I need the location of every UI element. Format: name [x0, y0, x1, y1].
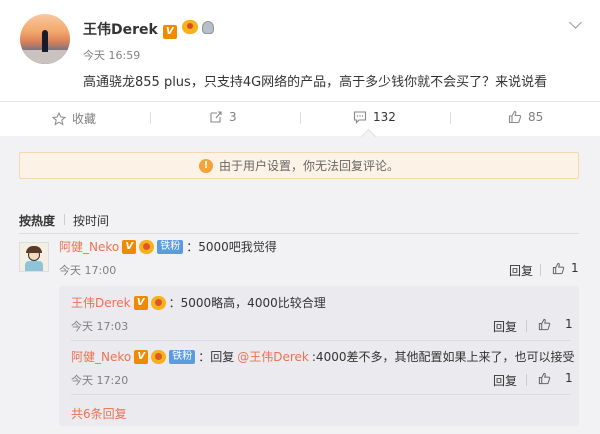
- reply-disabled-notice: ! 由于用户设置，你无法回复评论。: [19, 152, 579, 179]
- author-avatar[interactable]: [20, 14, 70, 64]
- verified-icon: V: [134, 349, 149, 364]
- sort-by-time[interactable]: 按时间: [73, 212, 109, 229]
- thumb-up-icon: [508, 110, 522, 124]
- thumb-up-icon: [552, 262, 565, 274]
- verified-icon: V: [162, 25, 177, 39]
- comment-line: 阿健_Neko V 铁粉 ：5000吧我觉得: [59, 238, 277, 255]
- mention-link[interactable]: @王伟Derek: [237, 348, 309, 365]
- reply-like-count: 1: [565, 317, 573, 331]
- comment-like-count: 1: [571, 261, 579, 275]
- post-author-name[interactable]: 王伟Derek: [83, 22, 158, 38]
- comment-icon: [353, 111, 367, 124]
- post-time[interactable]: 今天 16:59: [83, 47, 140, 63]
- avatar-person: [42, 30, 48, 52]
- avatar-hair: [26, 246, 42, 253]
- comment-like-button[interactable]: 1: [552, 261, 579, 275]
- reply-prefix: ：回复: [198, 350, 235, 364]
- reply-button[interactable]: 回复: [509, 262, 533, 279]
- sort-by-hot[interactable]: 按热度: [19, 212, 55, 229]
- divider: [540, 264, 541, 276]
- reply-button[interactable]: 回复: [493, 318, 517, 335]
- reply-like-button[interactable]: 1: [538, 317, 573, 331]
- reply-like-button[interactable]: 1: [538, 371, 573, 385]
- fan-badge: 铁粉: [169, 349, 196, 364]
- medal-icon: [139, 239, 155, 254]
- like-button[interactable]: 85: [508, 110, 543, 124]
- commenter-avatar[interactable]: [19, 242, 49, 272]
- comment-count: 132: [373, 110, 396, 124]
- thumb-up-icon: [538, 318, 551, 330]
- comment-text: ：5000吧我觉得: [186, 240, 277, 254]
- medal-icon: [181, 20, 198, 34]
- verified-icon: V: [122, 239, 137, 254]
- repost-icon: [210, 111, 222, 123]
- reply-author[interactable]: 阿健_Neko: [71, 348, 131, 365]
- repost-button[interactable]: 3: [209, 110, 237, 124]
- medal-icon: [151, 349, 167, 364]
- medal-icon: [150, 295, 166, 310]
- divider: [150, 112, 151, 124]
- chevron-down-icon[interactable]: [569, 16, 582, 29]
- reply-button[interactable]: 回复: [493, 372, 517, 389]
- more-replies-link[interactable]: 共6条回复: [71, 405, 127, 422]
- divider: [450, 112, 451, 124]
- reply-line: 阿健_Neko V 铁粉 ：回复 @王伟Derek:4000差不多，其他配置如果上…: [71, 348, 574, 365]
- divider: [526, 320, 527, 332]
- star-icon: [52, 111, 66, 126]
- reply-separator: [71, 340, 571, 341]
- reply-line: 王伟Derek V ：5000略高，4000比较合理: [71, 294, 326, 311]
- reply-like-count: 1: [565, 371, 573, 385]
- divider: [300, 112, 301, 124]
- comment-author[interactable]: 阿健_Neko: [59, 238, 119, 255]
- thumb-up-icon: [538, 372, 551, 384]
- reply-separator: [71, 394, 571, 395]
- repost-count: 3: [229, 110, 237, 124]
- warning-icon: !: [198, 158, 213, 173]
- comment-button[interactable]: 132: [353, 110, 396, 124]
- post-author[interactable]: 王伟Derek V: [83, 19, 215, 39]
- reply-time: 今天 17:03: [71, 320, 129, 333]
- badge-icon: [202, 21, 215, 34]
- avatar-sea: [20, 50, 70, 64]
- reply-text: :4000差不多，其他配置如果上来了，也可以接受: [311, 350, 575, 364]
- verified-icon: V: [133, 295, 148, 310]
- favorite-label: 收藏: [72, 112, 97, 126]
- notice-text: 由于用户设置，你无法回复评论。: [218, 159, 399, 173]
- reply-author[interactable]: 王伟Derek: [71, 294, 131, 311]
- sort-divider: [64, 214, 65, 225]
- reply-text: ：5000略高，4000比较合理: [168, 296, 326, 310]
- avatar-body: [25, 261, 43, 271]
- reply-time: 今天 17:20: [71, 374, 129, 387]
- divider: [526, 374, 527, 386]
- like-count: 85: [528, 110, 544, 124]
- favorite-button[interactable]: 收藏: [52, 110, 96, 127]
- comment-time: 今天 17:00: [59, 264, 117, 277]
- sort-separator: [19, 233, 579, 234]
- fan-badge: 铁粉: [157, 239, 184, 254]
- post-text: 高通骁龙855 plus，只支持4G网络的产品，高于多少钱你就不会买了？来说说看: [83, 75, 548, 90]
